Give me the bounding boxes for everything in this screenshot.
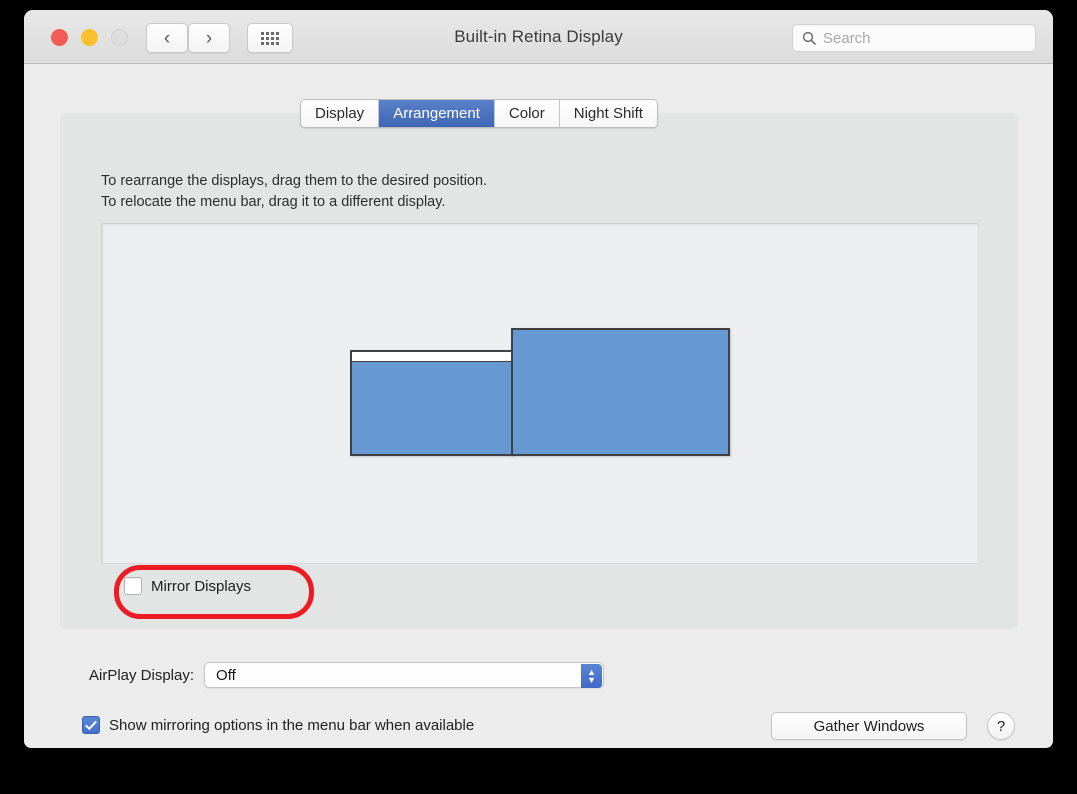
tab-color[interactable]: Color [494, 100, 560, 127]
search-placeholder: Search [823, 29, 871, 47]
mirror-displays-row[interactable]: Mirror Displays [124, 577, 251, 595]
display-arrangement-canvas[interactable] [101, 223, 979, 564]
search-field[interactable]: Search [792, 24, 1036, 52]
menu-bar-strip[interactable] [352, 352, 511, 362]
show-mirroring-options-row[interactable]: Show mirroring options in the menu bar w… [82, 716, 474, 734]
tab-arrangement[interactable]: Arrangement [379, 100, 495, 127]
window-titlebar: ‹ › Built-in Retina Display Search [24, 10, 1053, 64]
gather-windows-button[interactable]: Gather Windows [771, 712, 967, 740]
airplay-display-row: AirPlay Display: Off ▲ ▼ [89, 662, 605, 688]
instructions-line-1: To rearrange the displays, drag them to … [101, 173, 488, 189]
mirror-displays-label: Mirror Displays [151, 577, 252, 595]
airplay-display-select[interactable]: Off ▲ ▼ [204, 662, 605, 688]
airplay-display-label: AirPlay Display: [89, 666, 195, 684]
arrangement-panel: To rearrange the displays, drag them to … [60, 113, 1018, 629]
instructions-line-2: To relocate the menu bar, drag it to a d… [101, 194, 446, 210]
show-mirroring-options-checkbox[interactable] [82, 716, 100, 734]
search-icon [802, 31, 816, 45]
tab-night-shift[interactable]: Night Shift [559, 100, 657, 127]
display-thumbnail-right[interactable] [511, 328, 730, 456]
mirror-displays-checkbox[interactable] [124, 577, 142, 595]
airplay-display-value: Off [216, 666, 236, 684]
instructions-text: To rearrange the displays, drag them to … [101, 171, 487, 213]
system-preferences-window: ‹ › Built-in Retina Display Search Displ… [24, 10, 1053, 748]
show-mirroring-options-label: Show mirroring options in the menu bar w… [109, 716, 475, 734]
help-button[interactable]: ? [987, 712, 1015, 740]
display-thumbnail-left[interactable] [350, 350, 513, 456]
tab-display[interactable]: Display [301, 100, 380, 127]
chevron-updown-icon: ▲ ▼ [581, 664, 603, 688]
tab-bar: Display Arrangement Color Night Shift [300, 99, 658, 128]
